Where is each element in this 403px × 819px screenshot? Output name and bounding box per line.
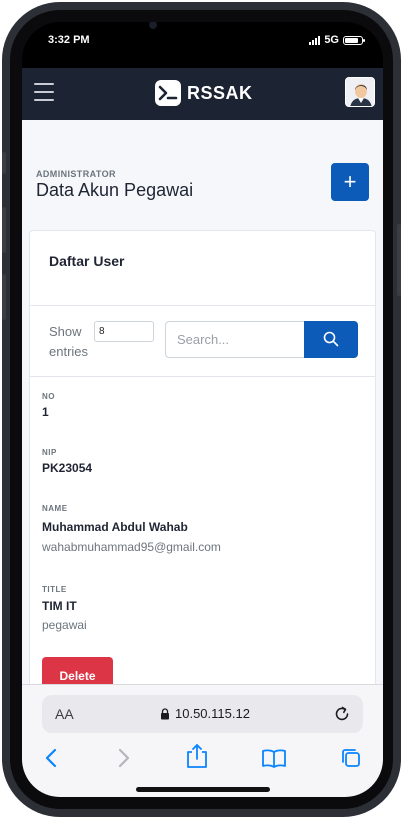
app-navbar: RSSAK	[22, 68, 383, 120]
nip-label: NIP	[42, 448, 57, 457]
page-eyebrow: ADMINISTRATOR	[36, 169, 116, 179]
url-display[interactable]: 10.50.115.12	[160, 706, 250, 721]
card-divider	[30, 376, 375, 377]
add-user-button[interactable]: +	[331, 163, 369, 201]
hamburger-menu-icon[interactable]	[34, 83, 54, 101]
main-content: ADMINISTRATOR Data Akun Pegawai + Daftar…	[22, 120, 383, 686]
card-title: Daftar User	[49, 253, 125, 269]
nip-value: PK23054	[42, 461, 93, 475]
signal-icon	[309, 35, 321, 45]
name-value: Muhammad Abdul Wahab	[42, 520, 188, 534]
reload-icon[interactable]	[333, 705, 351, 723]
search-input[interactable]: Search...	[165, 321, 305, 358]
terminal-prompt-icon	[155, 80, 181, 106]
page-title: Data Akun Pegawai	[36, 180, 194, 200]
no-label: NO	[42, 392, 55, 401]
search-button[interactable]	[304, 321, 358, 358]
role-value: pegawai	[42, 618, 87, 632]
url-text: 10.50.115.12	[175, 706, 250, 721]
brand[interactable]: RSSAK	[155, 80, 253, 106]
no-value: 1	[42, 405, 49, 419]
mute-switch	[2, 152, 6, 174]
power-button	[397, 224, 401, 296]
tabs-icon[interactable]	[340, 747, 362, 769]
back-icon[interactable]	[44, 747, 58, 769]
brand-name: RSSAK	[187, 82, 253, 103]
name-label: NAME	[42, 504, 68, 513]
front-camera	[149, 22, 157, 29]
home-indicator	[136, 787, 270, 792]
status-time: 3:32 PM	[48, 34, 90, 46]
entries-per-page-input[interactable]: 8	[94, 321, 154, 342]
title-value: TIM IT	[42, 599, 77, 613]
address-bar[interactable]: AA 10.50.115.12	[42, 695, 363, 733]
email-value: wahabmuhammad95@gmail.com	[42, 540, 221, 554]
text-size-button[interactable]: AA	[55, 706, 74, 722]
volume-down-button	[2, 274, 6, 320]
search-icon	[323, 331, 339, 347]
battery-icon	[343, 35, 365, 45]
phone-screen: 3:32 PM 5G RSSAK ADMINISTRATOR Data Akun…	[22, 22, 383, 797]
safari-toolbar: AA 10.50.115.12	[22, 684, 383, 797]
user-list-card: Daftar User Show entries 8 Search... NO …	[29, 230, 376, 686]
delete-button[interactable]: Delete	[42, 657, 113, 686]
volume-up-button	[2, 207, 6, 253]
forward-icon[interactable]	[117, 747, 131, 769]
lock-icon	[161, 707, 169, 719]
network-label: 5G	[324, 34, 339, 46]
card-divider	[30, 305, 375, 306]
user-avatar[interactable]	[345, 77, 375, 107]
title-label: TITLE	[42, 585, 67, 594]
status-indicators: 5G	[309, 34, 365, 46]
share-icon[interactable]	[186, 743, 208, 769]
bookmarks-icon[interactable]	[261, 747, 287, 769]
show-entries-label: Show entries	[49, 324, 89, 359]
status-bar: 3:32 PM 5G	[22, 22, 383, 68]
